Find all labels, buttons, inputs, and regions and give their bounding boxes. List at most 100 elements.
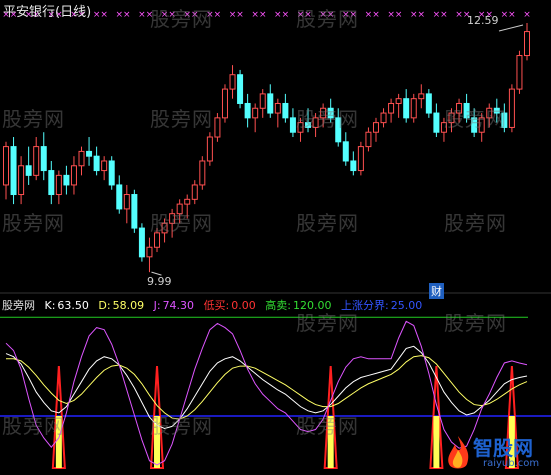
candle [40, 146, 47, 172]
top-mark: × [508, 10, 516, 20]
candle [229, 74, 236, 90]
candle [516, 55, 523, 90]
top-mark: × [523, 10, 531, 20]
candle [116, 184, 123, 210]
top-mark: × [100, 10, 108, 20]
candle [78, 150, 85, 167]
candle [372, 122, 379, 133]
candle [388, 102, 395, 114]
candle [244, 102, 251, 119]
candle [48, 170, 55, 196]
j-value: 74.30 [162, 299, 195, 312]
candle [146, 246, 153, 258]
watermark: 股旁网 [150, 7, 213, 31]
candle [365, 131, 372, 148]
high-sell-label: 高卖: [265, 299, 291, 312]
stock-chart: × × × × × × × × × × × × × × × × × × × × × × × × × × × × × × × × × × × × × × × ×… [0, 10, 551, 469]
top-mark: × [251, 10, 259, 20]
watermark: 股旁网 [444, 311, 507, 335]
site-logo[interactable]: 智股网 raiyub.com [441, 432, 551, 475]
d-label: D: [98, 299, 111, 312]
candle [524, 31, 530, 57]
watermark: 股旁网 [296, 311, 359, 335]
candle [433, 112, 440, 133]
candle [70, 165, 77, 186]
watermark: 股旁网 [2, 211, 65, 235]
candle [93, 155, 100, 172]
candle [25, 165, 32, 176]
top-mark: × [501, 10, 509, 20]
top-mark: × [123, 10, 131, 20]
top-mark: × [372, 10, 380, 20]
candle [237, 74, 244, 104]
candle [342, 141, 349, 162]
candle [206, 136, 213, 162]
candle [289, 117, 296, 133]
indicator-bar: 股旁网 K: 63.50 D: 58.09 J: 74.30 低买: 0.00 高卖: 1… [2, 297, 428, 313]
watermark: 股旁网 [150, 414, 213, 438]
candle [18, 165, 25, 196]
low-buy-value: 0.00 [231, 299, 256, 312]
candle [214, 117, 221, 138]
candle [259, 93, 266, 109]
low-price-label: 9.99 [147, 275, 172, 288]
top-mark: × [138, 10, 146, 20]
candle [10, 146, 17, 196]
candle [357, 146, 364, 172]
top-mark: × [387, 10, 395, 20]
logo-url: raiyub.com [483, 458, 540, 469]
high-pointer [498, 24, 524, 32]
top-mark: × [440, 10, 448, 20]
watermark: 股旁网 [296, 7, 359, 31]
candle [33, 146, 40, 176]
candle [267, 93, 274, 114]
watermark: 股旁网 [444, 107, 507, 131]
top-mark: × [433, 10, 441, 20]
top-mark: × [214, 10, 222, 20]
top-mark: × [410, 10, 418, 20]
candle [199, 160, 206, 186]
j-label: J: [153, 299, 161, 312]
candle [508, 88, 515, 128]
high-price-label: 12.59 [467, 14, 499, 27]
candle [184, 198, 191, 205]
top-mark: × [418, 10, 426, 20]
watermark: 股旁网 [296, 414, 359, 438]
candle [395, 98, 402, 104]
low-buy-label: 低买: [203, 299, 230, 312]
candle [274, 102, 281, 114]
watermark: 股旁网 [2, 107, 65, 131]
candle [131, 194, 138, 229]
watermark: 股旁网 [150, 211, 213, 235]
candle [86, 150, 93, 157]
candle [108, 160, 115, 186]
watermark: 股旁网 [2, 414, 65, 438]
watermark: 股旁网 [444, 211, 507, 235]
candle [282, 102, 289, 119]
candle [380, 112, 387, 124]
candle [403, 98, 410, 119]
flame-icon [448, 436, 469, 469]
candle [138, 227, 145, 258]
watermark: 股旁网 [296, 211, 359, 235]
candle [410, 98, 417, 119]
top-mark: × [455, 10, 463, 20]
candle [101, 160, 108, 172]
finance-badge[interactable]: 财 [429, 283, 444, 299]
watermark: 股旁网 [150, 107, 213, 131]
top-mark: × [236, 10, 244, 20]
candle [123, 194, 130, 210]
top-mark: × [115, 10, 123, 20]
top-mark: × [282, 10, 290, 20]
top-mark: × [274, 10, 282, 20]
candle [221, 88, 228, 119]
d-value: 58.09 [112, 299, 145, 312]
candle [425, 93, 432, 114]
candle [252, 107, 259, 119]
candle [418, 93, 425, 100]
logo-name: 智股网 [473, 436, 533, 460]
candle [55, 174, 62, 196]
series-d-line [6, 355, 528, 420]
top-mark: × [365, 10, 373, 20]
k-value: 63.50 [57, 299, 89, 312]
